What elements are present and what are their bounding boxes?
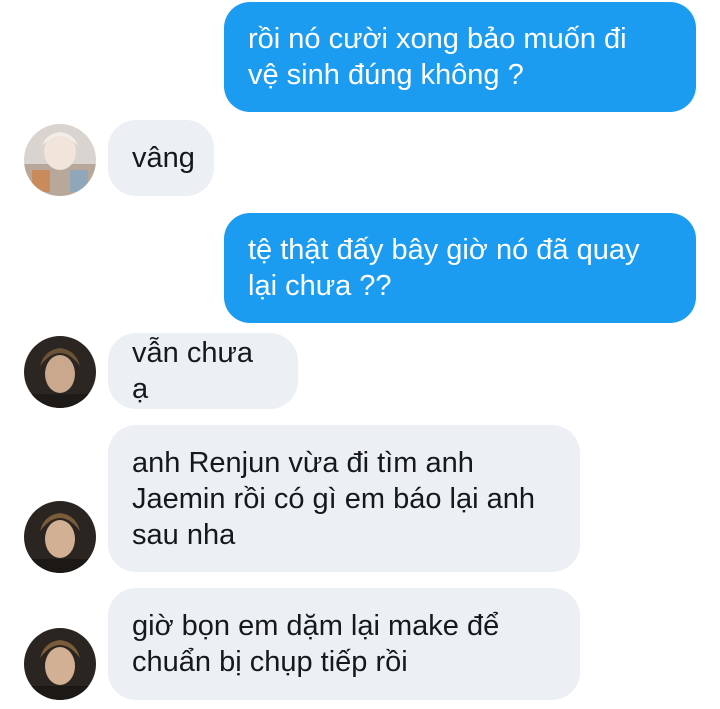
avatar-photo (24, 501, 96, 573)
contact-avatar[interactable] (24, 501, 96, 573)
message-text: vâng (132, 142, 195, 174)
incoming-message[interactable]: vâng (108, 120, 214, 196)
message-text: vẫn chưa ạ (132, 337, 253, 405)
message-text: rồi nó cười xong bảo muốn đi vệ sinh đún… (248, 23, 627, 91)
message-text: tệ thật đấy bây giờ nó đã quay lại chưa … (248, 234, 640, 302)
message-text: giờ bọn em dặm lại make để chuẩn bị chụp… (132, 610, 500, 678)
avatar-photo (24, 628, 96, 700)
outgoing-message[interactable]: rồi nó cười xong bảo muốn đi vệ sinh đún… (224, 2, 696, 112)
incoming-message[interactable]: giờ bọn em dặm lại make để chuẩn bị chụp… (108, 588, 580, 700)
avatar-photo (24, 124, 96, 196)
message-text: anh Renjun vừa đi tìm anh Jaemin rồi có … (132, 446, 535, 551)
avatar-photo (24, 336, 96, 408)
outgoing-message[interactable]: tệ thật đấy bây giờ nó đã quay lại chưa … (224, 213, 696, 323)
incoming-message[interactable]: anh Renjun vừa đi tìm anh Jaemin rồi có … (108, 425, 580, 572)
contact-avatar[interactable] (24, 336, 96, 408)
contact-avatar[interactable] (24, 124, 96, 196)
contact-avatar[interactable] (24, 628, 96, 700)
incoming-message[interactable]: vẫn chưa ạ (108, 333, 298, 409)
